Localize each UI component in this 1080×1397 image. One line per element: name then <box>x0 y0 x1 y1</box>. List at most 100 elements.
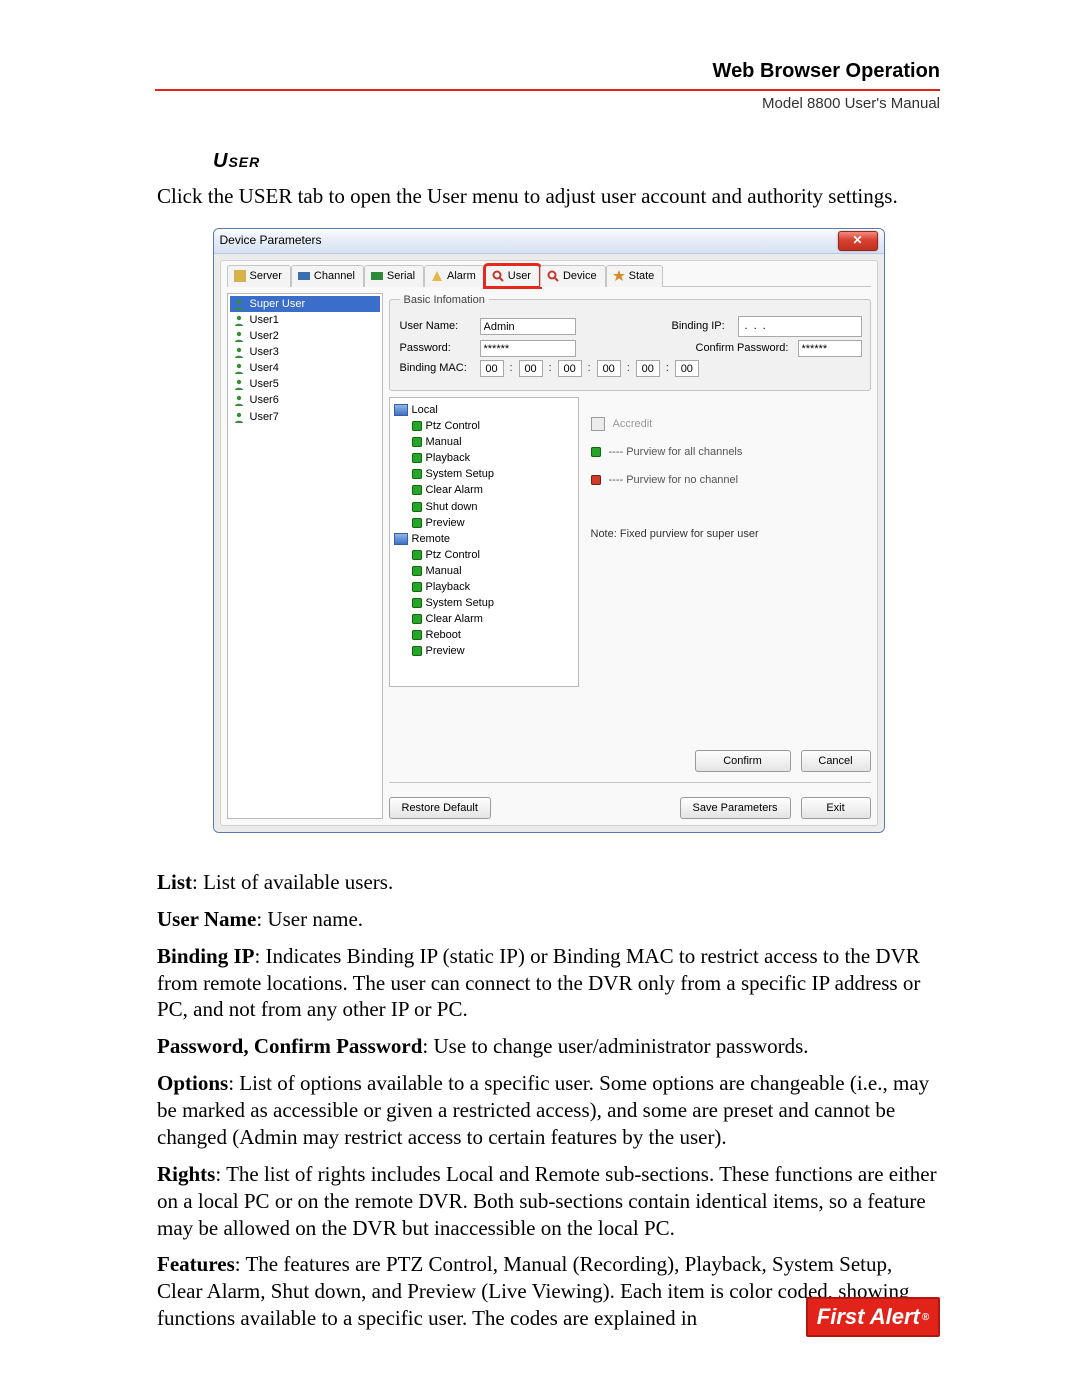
input-mac-octet[interactable] <box>480 360 504 377</box>
tree-leaf[interactable]: Preview <box>412 515 574 531</box>
input-mac-octet[interactable] <box>597 360 621 377</box>
key-green-icon <box>412 598 422 608</box>
user-list-item[interactable]: User6 <box>230 392 380 408</box>
key-red-icon <box>591 475 601 485</box>
tree-leaf[interactable]: Manual <box>412 563 574 579</box>
key-green-icon <box>412 550 422 560</box>
label-binding-mac: Binding MAC: <box>400 361 474 375</box>
key-green-icon <box>591 447 601 457</box>
key-green-icon <box>412 502 422 512</box>
label-confirm-password: Confirm Password: <box>696 341 792 355</box>
tab-label: Device <box>563 269 597 283</box>
tab-user[interactable]: User <box>485 265 540 287</box>
page-header-subtitle: Model 8800 User's Manual <box>155 95 940 112</box>
monitor-icon <box>394 404 408 416</box>
input-mac-octet[interactable] <box>636 360 660 377</box>
tree-leaf[interactable]: System Setup <box>412 595 574 611</box>
tab-alarm[interactable]: Alarm <box>424 265 485 287</box>
tab-channel[interactable]: Channel <box>291 265 364 287</box>
key-green-icon <box>412 646 422 656</box>
cancel-button[interactable]: Cancel <box>801 750 871 772</box>
label-accredit: Accredit <box>613 417 653 431</box>
tree-leaf[interactable]: System Setup <box>412 466 574 482</box>
user-list-label: Super User <box>250 297 306 311</box>
section-heading: User <box>213 150 940 173</box>
user-list-label: User7 <box>250 410 279 424</box>
key-green-icon <box>412 453 422 463</box>
tree-leaf[interactable]: Ptz Control <box>412 418 574 434</box>
tree-leaf[interactable]: Playback <box>412 450 574 466</box>
user-list-item[interactable]: User2 <box>230 328 380 344</box>
tab-strip: Server Channel Serial Alarm User Device … <box>227 265 871 287</box>
tab-serial[interactable]: Serial <box>364 265 424 287</box>
user-list-item[interactable]: User4 <box>230 360 380 376</box>
user-list-item[interactable]: User5 <box>230 376 380 392</box>
tree-leaf[interactable]: Preview <box>412 643 574 659</box>
key-green-icon <box>412 566 422 576</box>
input-mac-octet[interactable] <box>675 360 699 377</box>
tree-leaf[interactable]: Clear Alarm <box>412 611 574 627</box>
key-green-icon <box>412 437 422 447</box>
basic-info-group: Basic Infomation User Name: Binding IP: … <box>389 293 871 391</box>
body-paragraph: User Name: User name. <box>157 906 940 933</box>
key-green-icon <box>412 469 422 479</box>
key-green-icon <box>412 518 422 528</box>
user-list-label: User5 <box>250 377 279 391</box>
save-parameters-button[interactable]: Save Parameters <box>680 797 791 819</box>
binding-mac-row: Binding MAC: ::::: <box>400 360 862 377</box>
tree-node-remote[interactable]: Remote <box>394 531 574 547</box>
exit-button[interactable]: Exit <box>801 797 871 819</box>
restore-default-button[interactable]: Restore Default <box>389 797 491 819</box>
body-paragraph: Options: List of options available to a … <box>157 1070 940 1151</box>
page-header-title: Web Browser Operation <box>155 60 940 83</box>
tab-device[interactable]: Device <box>540 265 606 287</box>
confirm-button[interactable]: Confirm <box>695 750 791 772</box>
input-mac-octet[interactable] <box>519 360 543 377</box>
label-password: Password: <box>400 341 474 355</box>
window-close-button[interactable]: ✕ <box>838 231 878 251</box>
tab-label: Serial <box>387 269 415 283</box>
tree-leaf[interactable]: Shut down <box>412 499 574 515</box>
tab-state[interactable]: State <box>606 265 664 287</box>
input-password[interactable] <box>480 340 576 357</box>
body-paragraph: Binding IP: Indicates Binding IP (static… <box>157 943 940 1024</box>
user-list-label: User2 <box>250 329 279 343</box>
user-list[interactable]: Super User User1User2User3User4User5User… <box>227 293 383 819</box>
user-list-label: User1 <box>250 313 279 327</box>
window-titlebar: Device Parameters ✕ <box>214 229 884 254</box>
screenshot-device-parameters: Device Parameters ✕ Server Channel Seria… <box>213 228 885 833</box>
user-list-item[interactable]: User1 <box>230 312 380 328</box>
intro-paragraph: Click the USER tab to open the User menu… <box>157 183 940 210</box>
input-confirm-password[interactable] <box>798 340 862 357</box>
key-green-icon <box>412 485 422 495</box>
tree-leaf[interactable]: Manual <box>412 434 574 450</box>
user-list-item[interactable]: User7 <box>230 409 380 425</box>
tree-leaf[interactable]: Reboot <box>412 627 574 643</box>
label-binding-ip: Binding IP: <box>672 319 732 333</box>
input-username[interactable] <box>480 318 576 335</box>
tree-leaf[interactable]: Playback <box>412 579 574 595</box>
tab-server[interactable]: Server <box>227 265 291 287</box>
body-paragraph: Password, Confirm Password: Use to chang… <box>157 1033 940 1060</box>
user-list-item-super[interactable]: Super User <box>230 296 380 312</box>
tab-label: Server <box>250 269 282 283</box>
tree-leaf[interactable]: Ptz Control <box>412 547 574 563</box>
user-list-label: User4 <box>250 361 279 375</box>
binding-ip-field[interactable]: ... <box>738 316 862 337</box>
label-username: User Name: <box>400 319 474 333</box>
monitor-icon <box>394 533 408 545</box>
legend-none: ---- Purview for no channel <box>609 473 739 487</box>
group-legend: Basic Infomation <box>400 293 489 307</box>
input-mac-octet[interactable] <box>558 360 582 377</box>
legend-all: ---- Purview for all channels <box>609 445 743 459</box>
permissions-tree[interactable]: Local Ptz ControlManualPlaybackSystem Se… <box>389 397 579 687</box>
body-paragraph: Rights: The list of rights includes Loca… <box>157 1161 940 1242</box>
header-rule <box>155 89 940 91</box>
brand-logo: First Alert® <box>806 1297 940 1337</box>
user-list-item[interactable]: User3 <box>230 344 380 360</box>
tree-node-local[interactable]: Local <box>394 402 574 418</box>
key-green-icon <box>412 614 422 624</box>
tree-leaf[interactable]: Clear Alarm <box>412 482 574 498</box>
tab-label: Alarm <box>447 269 476 283</box>
checkbox-accredit[interactable] <box>591 417 605 431</box>
